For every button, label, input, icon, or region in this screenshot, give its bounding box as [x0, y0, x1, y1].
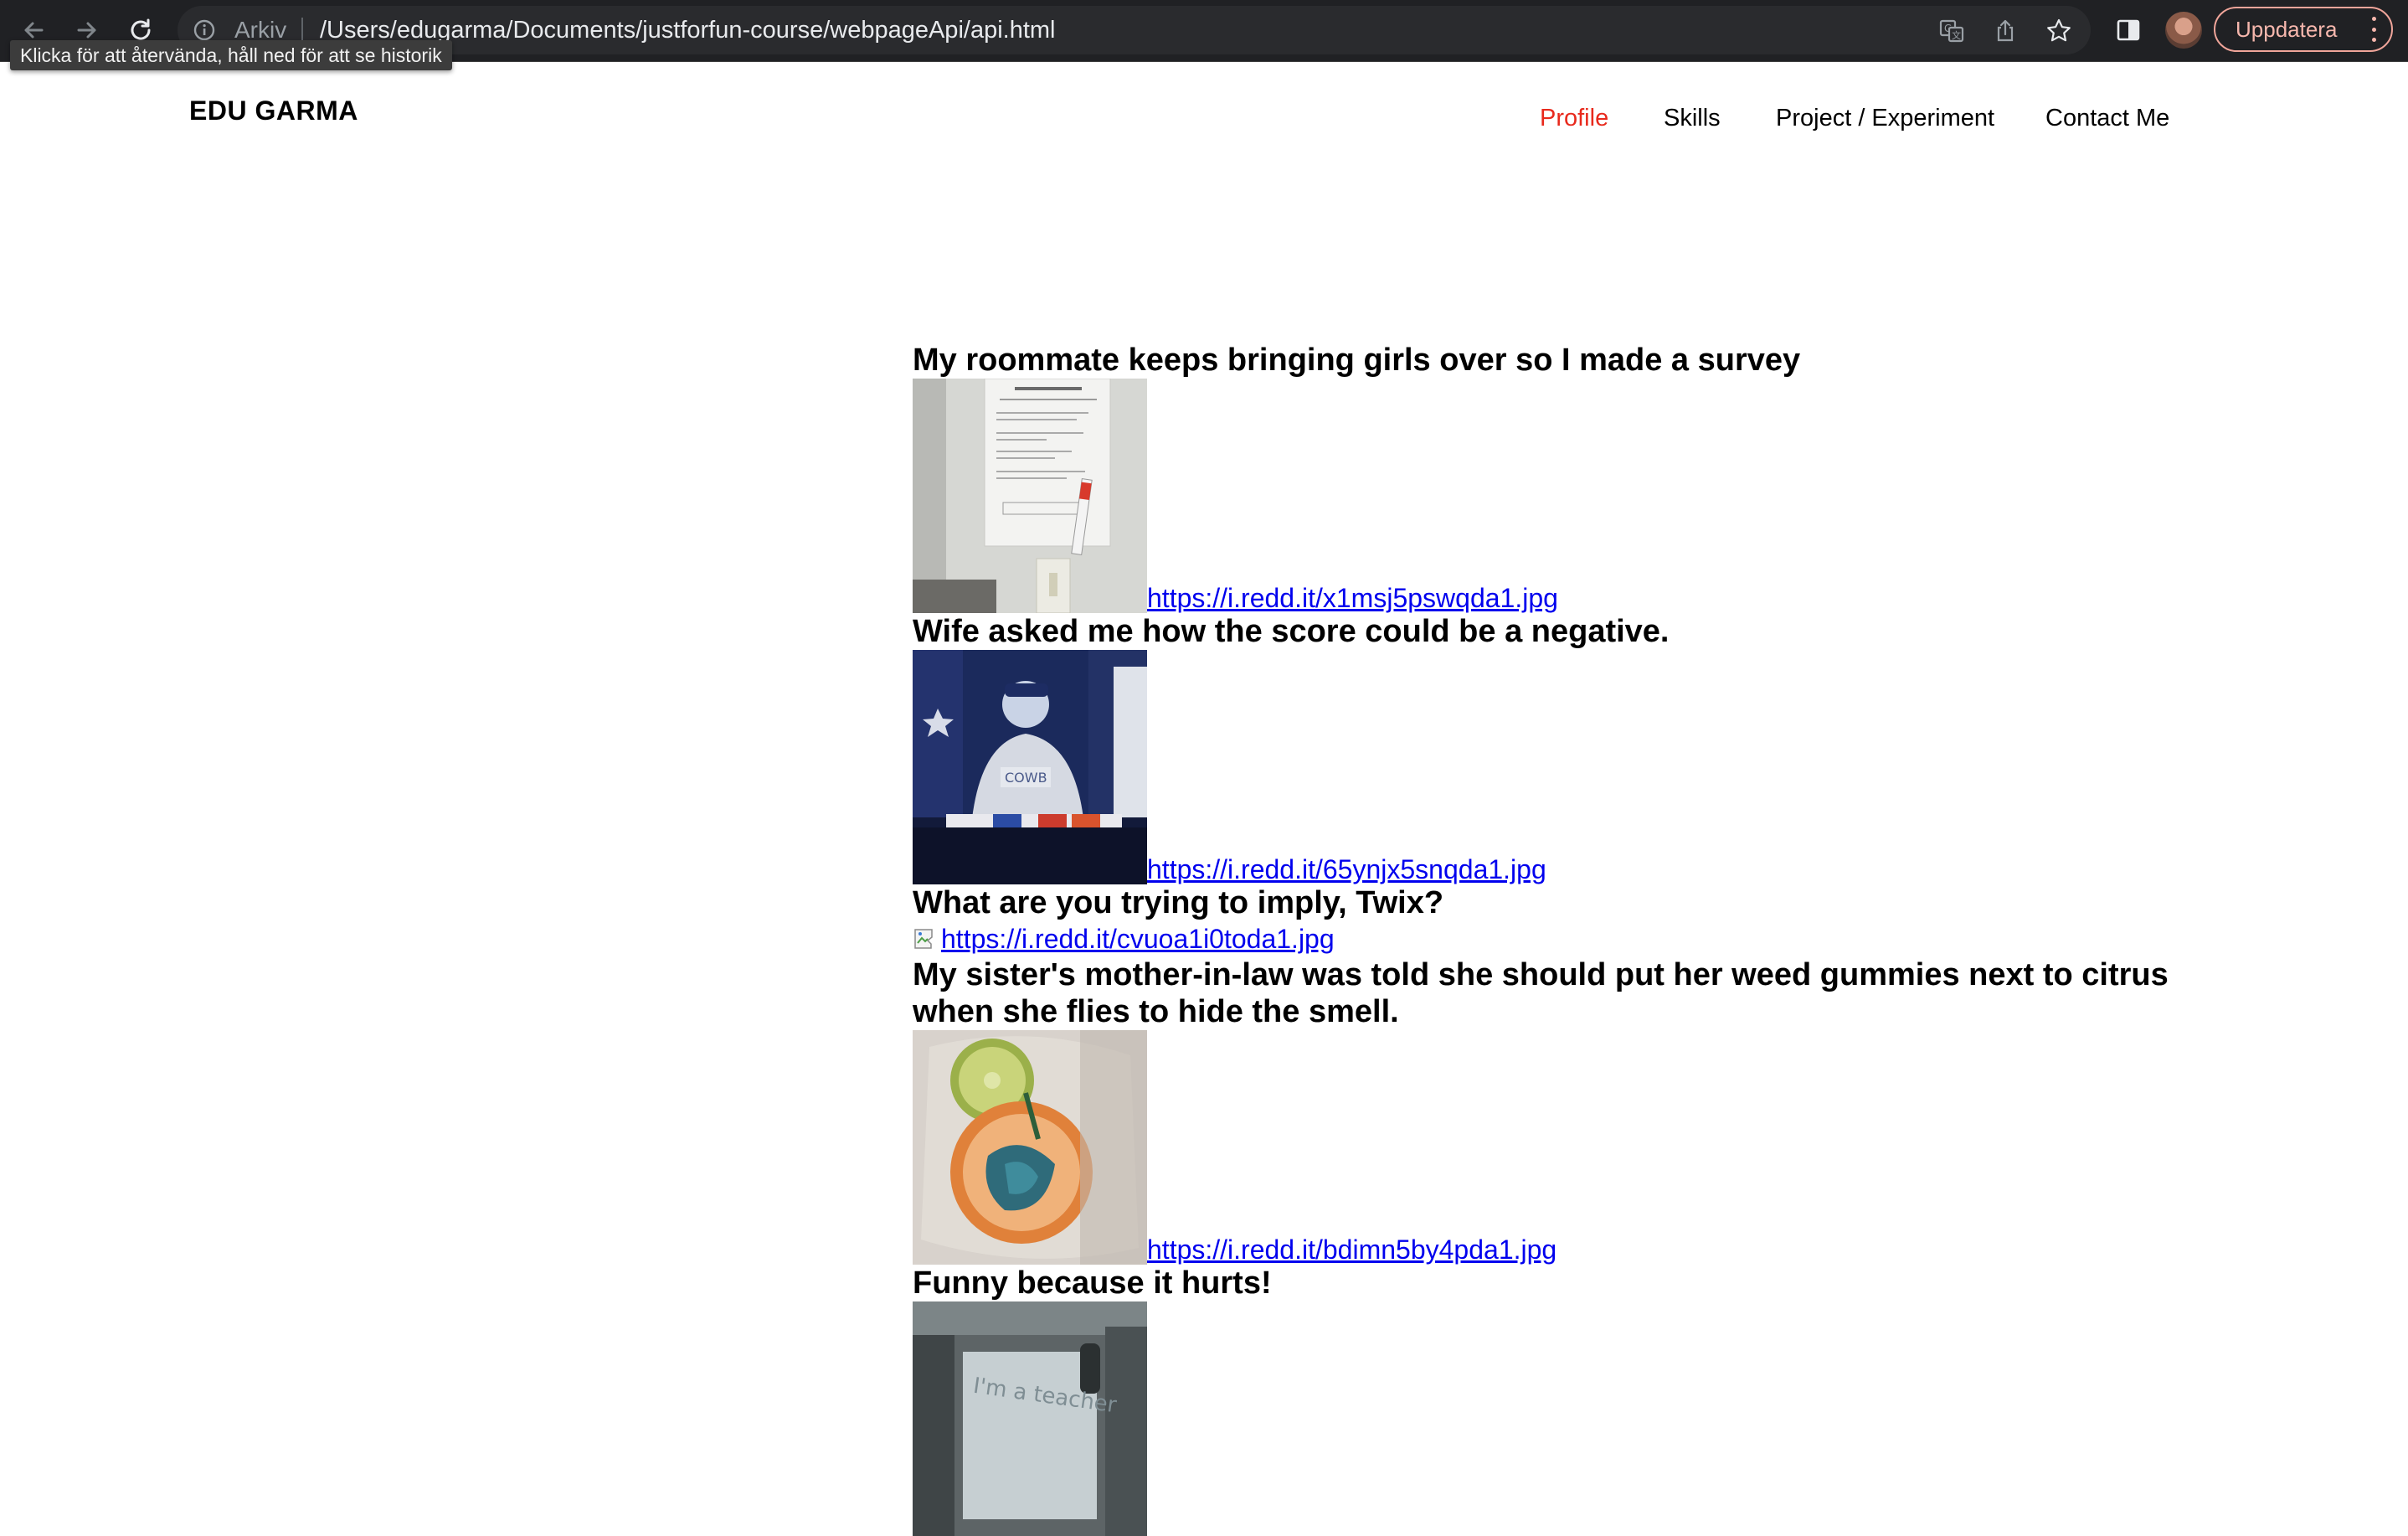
post-media-row: I'm a teacher [913, 1301, 2202, 1536]
address-bar[interactable]: Arkiv /Users/edugarma/Documents/justforf… [178, 6, 2091, 54]
share-icon[interactable] [1991, 17, 2020, 45]
post-title: My roommate keeps bringing girls over so… [913, 343, 1801, 378]
post-media-row: COWB https://i.redd.it/65ynjx5snqda1.jpg [913, 650, 2202, 884]
post-image-teacher-sign[interactable]: I'm a teacher [913, 1301, 1147, 1536]
omnibox-separator [301, 18, 303, 43]
nav-project-experiment[interactable]: Project / Experiment [1776, 105, 1994, 132]
sidepanel-icon[interactable] [2113, 15, 2143, 45]
update-button[interactable]: Uppdatera [2214, 7, 2393, 52]
nav-profile[interactable]: Profile [1540, 105, 1608, 132]
post-image-link[interactable]: https://i.redd.it/bdimn5by4pda1.jpg [1147, 1234, 1556, 1265]
broken-image-icon [913, 926, 938, 951]
post-image-citrus[interactable] [913, 1030, 1147, 1265]
translate-icon[interactable]: G文 [1937, 17, 1966, 45]
back-button-tooltip: Klicka för att återvända, håll ned för a… [10, 40, 452, 70]
post-media-row: https://i.redd.it/bdimn5by4pda1.jpg [913, 1030, 2202, 1265]
post-image-survey[interactable] [913, 379, 1147, 613]
svg-text:文: 文 [1952, 29, 1961, 41]
nav-contact-me[interactable]: Contact Me [2045, 105, 2169, 132]
post-image-link[interactable]: https://i.redd.it/x1msj5pswqda1.jpg [1147, 583, 1558, 613]
post-title: What are you trying to imply, Twix? [913, 885, 1444, 920]
more-vert-icon[interactable] [2371, 17, 2376, 42]
post-image-tv-football[interactable]: COWB [913, 650, 1147, 884]
site-brand[interactable]: EDU GARMA [189, 95, 358, 126]
svg-text:COWB: COWB [1005, 770, 1047, 786]
update-button-label: Uppdatera [2236, 16, 2338, 42]
post-title: Wife asked me how the score could be a n… [913, 614, 1670, 649]
star-icon[interactable] [2045, 17, 2073, 45]
profile-avatar[interactable] [2165, 12, 2202, 49]
nav-skills[interactable]: Skills [1664, 105, 1721, 132]
post-image-link[interactable]: https://i.redd.it/65ynjx5snqda1.jpg [1147, 854, 1546, 884]
post-media-row: https://i.redd.it/cvuoa1i0toda1.jpg [913, 921, 2202, 956]
post-feed: My roommate keeps bringing girls over so… [913, 342, 2202, 1536]
post-image-link[interactable]: https://i.redd.it/cvuoa1i0toda1.jpg [941, 924, 1335, 954]
post-title: My sister's mother-in-law was told she s… [913, 957, 2169, 1029]
post-title: Funny because it hurts! [913, 1265, 1272, 1301]
post-media-row: https://i.redd.it/x1msj5pswqda1.jpg [913, 379, 2202, 613]
